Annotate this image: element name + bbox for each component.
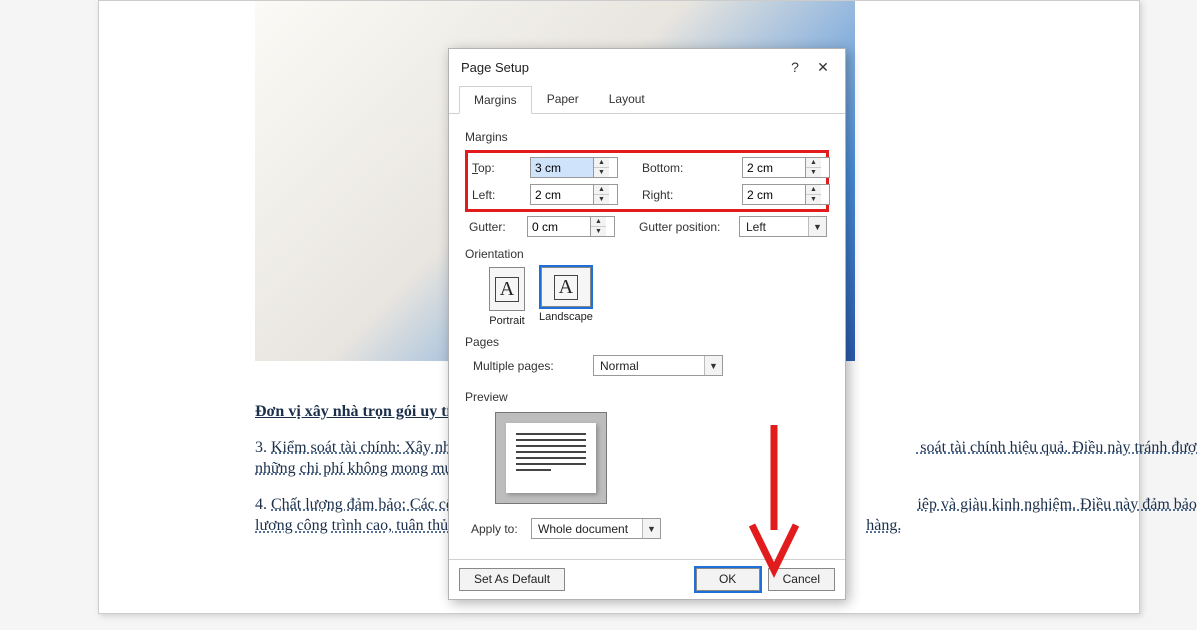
top-label: Top: <box>472 161 530 175</box>
page-setup-dialog: Page Setup ? ✕ Margins Paper Layout Marg… <box>448 48 846 600</box>
portrait-icon: A <box>489 267 525 311</box>
gutterpos-label: Gutter position: <box>639 220 739 234</box>
tab-layout[interactable]: Layout <box>594 85 660 113</box>
spin-down-icon[interactable]: ▼ <box>594 168 609 177</box>
right-input[interactable] <box>743 185 805 204</box>
highlight-box: Top: ▲▼ Bottom: ▲▼ Left: ▲▼ Right: <box>465 150 829 212</box>
spin-down-icon[interactable]: ▼ <box>806 195 821 204</box>
right-label: Right: <box>642 188 742 202</box>
bottom-spinner[interactable]: ▲▼ <box>742 157 830 178</box>
section-pages-label: Pages <box>465 335 829 349</box>
spin-down-icon[interactable]: ▼ <box>806 168 821 177</box>
multiple-pages-label: Multiple pages: <box>473 359 593 373</box>
tab-margins[interactable]: Margins <box>459 86 532 114</box>
gutter-label: Gutter: <box>469 220 527 234</box>
left-spinner[interactable]: ▲▼ <box>530 184 618 205</box>
preview-page-icon <box>506 423 596 493</box>
dialog-footer: Set As Default OK Cancel <box>449 559 845 599</box>
bottom-label: Bottom: <box>642 161 742 175</box>
preview-box <box>495 412 607 504</box>
apply-to-dropdown[interactable]: Whole document ▼ <box>531 518 661 539</box>
spin-up-icon[interactable]: ▲ <box>591 217 606 227</box>
chevron-down-icon: ▼ <box>704 356 722 375</box>
section-margins-label: Margins <box>465 130 829 144</box>
dialog-title: Page Setup <box>461 60 781 75</box>
set-as-default-button[interactable]: Set As Default <box>459 568 565 591</box>
bottom-input[interactable] <box>743 158 805 177</box>
chevron-down-icon: ▼ <box>808 217 826 236</box>
cancel-button[interactable]: Cancel <box>768 568 835 591</box>
close-button[interactable]: ✕ <box>809 57 837 77</box>
spin-down-icon[interactable]: ▼ <box>591 227 606 236</box>
help-button[interactable]: ? <box>781 57 809 77</box>
orientation-portrait[interactable]: A Portrait <box>489 267 525 327</box>
landscape-icon: A <box>541 267 591 307</box>
ok-button[interactable]: OK <box>696 568 760 591</box>
spin-up-icon[interactable]: ▲ <box>806 158 821 168</box>
top-input[interactable] <box>531 158 593 177</box>
apply-to-label: Apply to: <box>471 522 531 536</box>
gutterpos-value: Left <box>740 220 808 234</box>
dialog-tabs: Margins Paper Layout <box>449 85 845 114</box>
multiple-pages-value: Normal <box>594 359 704 373</box>
top-spinner[interactable]: ▲▼ <box>530 157 618 178</box>
multiple-pages-dropdown[interactable]: Normal ▼ <box>593 355 723 376</box>
gutterpos-dropdown[interactable]: Left ▼ <box>739 216 827 237</box>
gutter-input[interactable] <box>528 217 590 236</box>
spin-up-icon[interactable]: ▲ <box>806 185 821 195</box>
section-orientation-label: Orientation <box>465 247 829 261</box>
left-input[interactable] <box>531 185 593 204</box>
tab-paper[interactable]: Paper <box>532 85 594 113</box>
dialog-titlebar: Page Setup ? ✕ <box>449 49 845 85</box>
dialog-content: Margins Top: ▲▼ Bottom: ▲▼ Left: ▲▼ <box>449 114 845 559</box>
left-label: Left: <box>472 188 530 202</box>
spin-up-icon[interactable]: ▲ <box>594 185 609 195</box>
apply-to-value: Whole document <box>532 522 642 536</box>
orientation-landscape[interactable]: A Landscape <box>539 267 593 327</box>
spin-up-icon[interactable]: ▲ <box>594 158 609 168</box>
gutter-spinner[interactable]: ▲▼ <box>527 216 615 237</box>
right-spinner[interactable]: ▲▼ <box>742 184 830 205</box>
chevron-down-icon: ▼ <box>642 519 660 538</box>
section-preview-label: Preview <box>465 390 829 404</box>
spin-down-icon[interactable]: ▼ <box>594 195 609 204</box>
